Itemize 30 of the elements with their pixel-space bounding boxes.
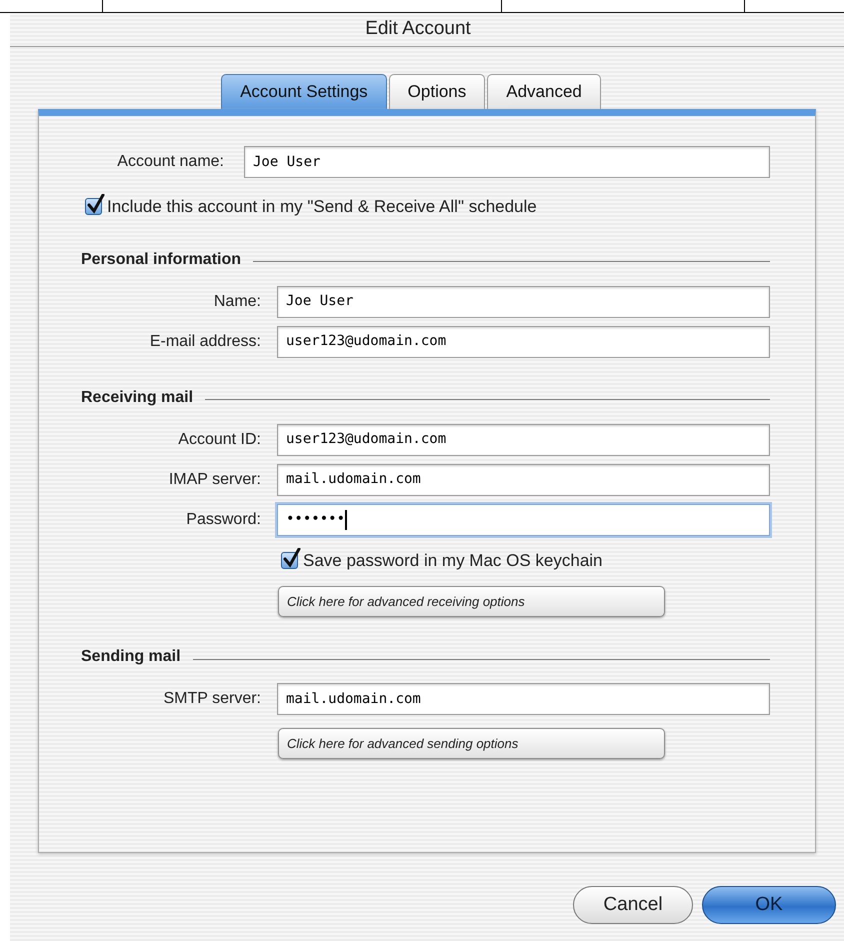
text-cursor: [345, 510, 348, 530]
text-field[interactable]: Joe User: [277, 286, 770, 318]
field-label: Account ID:: [177, 430, 261, 450]
text-field[interactable]: Joe User: [244, 146, 770, 178]
section-heading: Sending mail: [81, 647, 181, 667]
advanced-options-button[interactable]: Click here for advanced sending options: [278, 728, 665, 759]
checkmark-icon: [87, 194, 105, 214]
field-label: IMAP server:: [168, 470, 261, 490]
field-label: Account name:: [116, 152, 224, 172]
text-field[interactable]: •••••••: [277, 504, 770, 536]
field-label: Name:: [212, 292, 261, 312]
checkmark-icon: [283, 548, 301, 568]
field-label: E-mail address:: [148, 332, 261, 352]
advanced-options-button[interactable]: Click here for advanced receiving options: [278, 586, 665, 617]
field-label: Password:: [185, 510, 261, 530]
text-field[interactable]: mail.udomain.com: [277, 683, 770, 715]
ok-button[interactable]: OK: [702, 886, 836, 924]
cancel-button[interactable]: Cancel: [573, 886, 693, 924]
tab[interactable]: Account Settings: [221, 74, 387, 109]
tab[interactable]: Options: [388, 74, 486, 109]
checkbox-label: Save password in my Mac OS keychain: [303, 550, 603, 572]
window-title: Edit Account: [365, 17, 471, 42]
text-field[interactable]: user123@udomain.com: [277, 326, 770, 358]
field-label: SMTP server:: [162, 689, 261, 709]
text-field[interactable]: mail.udomain.com: [277, 464, 770, 496]
tab[interactable]: Advanced: [487, 74, 601, 109]
text-field[interactable]: user123@udomain.com: [277, 424, 770, 456]
section-heading: Personal information: [81, 250, 242, 270]
checkbox-label: Include this account in my "Send & Receive All" schedule: [107, 196, 537, 218]
section-heading: Receiving mail: [81, 388, 194, 408]
